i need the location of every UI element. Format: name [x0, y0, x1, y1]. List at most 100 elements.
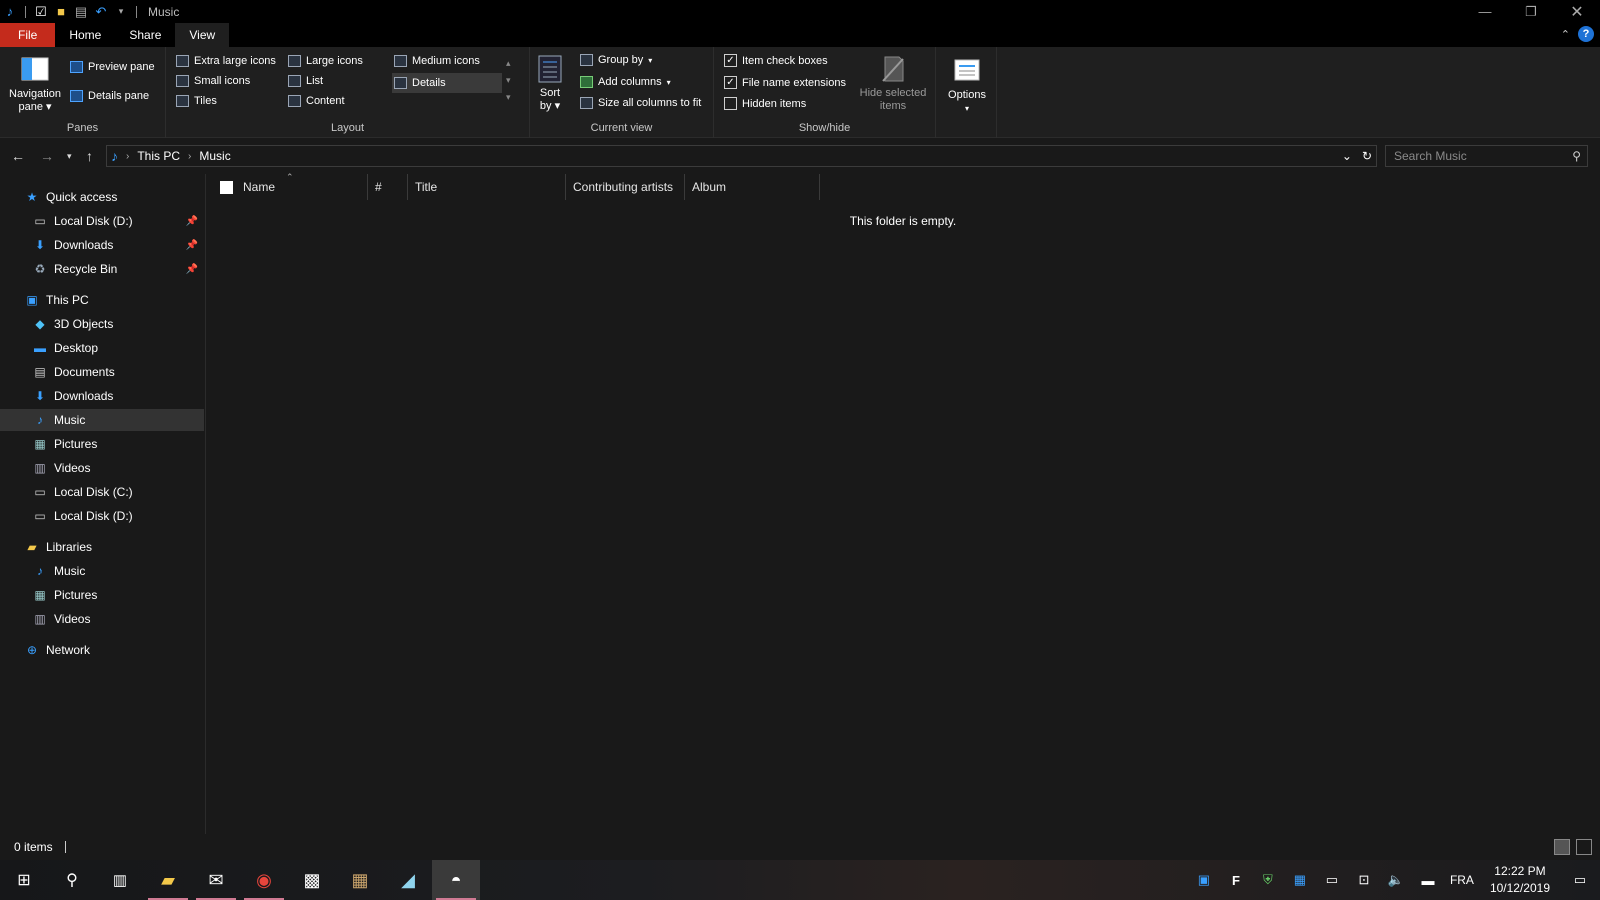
layout-scroll[interactable]: ▴ ▾ ▾: [506, 55, 511, 106]
group-by-button[interactable]: Group by ▾: [580, 54, 652, 66]
up-arrow-icon[interactable]: ↑: [86, 148, 93, 164]
new-folder-icon[interactable]: ■: [53, 4, 69, 20]
sidebar-item-local-disk-d[interactable]: ▭ Local Disk (D:): [0, 505, 204, 527]
details-pane-button[interactable]: Details pane: [70, 90, 149, 102]
scroll-up-icon[interactable]: ▴: [506, 55, 511, 72]
tiles-option[interactable]: Tiles: [176, 95, 217, 107]
list-option[interactable]: List: [288, 75, 323, 87]
tab-share[interactable]: Share: [115, 23, 175, 47]
recent-locations-icon[interactable]: ▾: [67, 151, 72, 162]
hidden-items-toggle[interactable]: Hidden items: [724, 97, 806, 110]
rename-icon[interactable]: ▤: [73, 4, 89, 20]
refresh-icon[interactable]: ↻: [1362, 149, 1372, 163]
notifications-icon[interactable]: ▭: [1560, 860, 1600, 900]
customize-qat-icon[interactable]: ▾: [113, 4, 129, 20]
help-icon[interactable]: ?: [1578, 26, 1594, 42]
options-button[interactable]: Options ▾: [946, 57, 988, 115]
item-check-boxes-toggle[interactable]: ✓ Item check boxes: [724, 54, 828, 67]
tab-file[interactable]: File: [0, 23, 56, 47]
volume-icon[interactable]: 🔈: [1380, 860, 1412, 900]
search-icon[interactable]: ⚲: [48, 860, 96, 900]
task-view-icon[interactable]: ▥: [96, 860, 144, 900]
add-columns-button[interactable]: Add columns ▾: [580, 76, 671, 88]
pen-app-icon[interactable]: ◢: [384, 860, 432, 900]
large-icons-option[interactable]: Large icons: [288, 55, 363, 67]
language-indicator[interactable]: FRA: [1444, 873, 1480, 887]
file-name-extensions-checkbox[interactable]: ✓: [724, 76, 737, 89]
expand-gallery-icon[interactable]: ▾: [506, 89, 511, 106]
sidebar-item-quick-local-disk-d[interactable]: ▭ Local Disk (D:) 📌: [0, 210, 204, 232]
pin-icon[interactable]: 📌: [186, 216, 198, 227]
sidebar-item-quick-downloads[interactable]: ⬇ Downloads 📌: [0, 234, 204, 256]
hide-selected-items-button[interactable]: Hide selected items: [856, 55, 930, 113]
address-bar[interactable]: ♪ › This PC › Music ⌄ ↻: [106, 145, 1377, 167]
item-check-boxes-checkbox[interactable]: ✓: [724, 54, 737, 67]
file-name-extensions-toggle[interactable]: ✓ File name extensions: [724, 76, 846, 89]
minimize-icon[interactable]: —: [1462, 0, 1508, 23]
small-icons-option[interactable]: Small icons: [176, 75, 250, 87]
extra-large-icons-option[interactable]: Extra large icons: [176, 55, 276, 67]
column-header-number[interactable]: #: [368, 174, 408, 200]
navigation-pane-button[interactable]: Navigation pane ▾: [6, 56, 64, 114]
sort-by-button[interactable]: Sort by ▾: [536, 55, 564, 113]
photos-app-icon[interactable]: ◓: [432, 860, 480, 900]
sidebar-item-recycle-bin[interactable]: ♻ Recycle Bin 📌: [0, 258, 204, 280]
pin-icon[interactable]: 📌: [186, 264, 198, 275]
sidebar-item-local-disk-c[interactable]: ▭ Local Disk (C:): [0, 481, 204, 503]
sidebar-item-3d-objects[interactable]: ◆ 3D Objects: [0, 313, 204, 335]
font-app-icon[interactable]: F: [1220, 860, 1252, 900]
forward-arrow-icon[interactable]: →: [40, 148, 54, 164]
restore-icon[interactable]: ❐: [1508, 0, 1554, 23]
tray-app-icon[interactable]: ▣: [1188, 860, 1220, 900]
column-header-album[interactable]: Album: [685, 174, 820, 200]
sidebar-item-lib-videos[interactable]: ▥ Videos: [0, 608, 204, 630]
breadcrumb-music[interactable]: Music: [199, 149, 230, 163]
close-icon[interactable]: ✕: [1554, 0, 1600, 23]
medium-icons-option[interactable]: Medium icons: [394, 55, 480, 67]
tab-view[interactable]: View: [175, 23, 230, 47]
sidebar-item-videos[interactable]: ▥ Videos: [0, 457, 204, 479]
windows-start-icon[interactable]: ⊞: [0, 860, 48, 900]
details-view-icon[interactable]: [1554, 839, 1570, 855]
usb-icon[interactable]: ▭: [1316, 860, 1348, 900]
select-all-checkbox[interactable]: [220, 180, 233, 194]
column-header-title[interactable]: Title: [408, 174, 566, 200]
size-all-columns-button[interactable]: Size all columns to fit: [580, 97, 701, 109]
battery-icon[interactable]: ▬: [1412, 860, 1444, 900]
search-input[interactable]: Search Music ⚲: [1385, 145, 1588, 167]
shield-icon[interactable]: ⛨: [1252, 860, 1284, 900]
undo-icon[interactable]: ↶: [93, 4, 109, 20]
content-option[interactable]: Content: [288, 95, 345, 107]
sidebar-item-documents[interactable]: ▤ Documents: [0, 361, 204, 383]
preview-pane-button[interactable]: Preview pane: [70, 61, 155, 73]
sidebar-item-libraries[interactable]: ▰ Libraries: [0, 536, 204, 558]
app-icon[interactable]: ▩: [288, 860, 336, 900]
large-icons-view-icon[interactable]: [1576, 839, 1592, 855]
scroll-down-icon[interactable]: ▾: [506, 72, 511, 89]
sidebar-item-music[interactable]: ♪ Music: [0, 409, 204, 431]
sidebar-item-quick-access[interactable]: ★ Quick access: [0, 186, 204, 208]
sidebar-item-this-pc[interactable]: ▣ This PC: [0, 289, 204, 311]
collapse-ribbon-icon[interactable]: ⌃: [1561, 28, 1570, 41]
column-header-name[interactable]: Name ⌃: [206, 172, 368, 200]
network-status-icon[interactable]: ⊡: [1348, 860, 1380, 900]
details-option[interactable]: Details: [392, 73, 502, 93]
sidebar-item-lib-music[interactable]: ♪ Music: [0, 560, 204, 582]
breadcrumb-this-pc[interactable]: This PC: [137, 149, 180, 163]
mail-icon[interactable]: ✉: [192, 860, 240, 900]
sidebar-item-desktop[interactable]: ▬ Desktop: [0, 337, 204, 359]
back-arrow-icon[interactable]: ←: [11, 148, 25, 164]
properties-icon[interactable]: ☑: [33, 4, 49, 20]
pin-icon[interactable]: 📌: [186, 240, 198, 251]
address-dropdown-icon[interactable]: ⌄: [1342, 149, 1352, 163]
chrome-icon[interactable]: ◉: [240, 860, 288, 900]
sidebar-item-downloads[interactable]: ⬇ Downloads: [0, 385, 204, 407]
sidebar-item-pictures[interactable]: ▦ Pictures: [0, 433, 204, 455]
archive-app-icon[interactable]: ▦: [336, 860, 384, 900]
clock[interactable]: 12:22 PM 10/12/2019: [1480, 863, 1560, 897]
column-header-contributing-artists[interactable]: Contributing artists: [566, 174, 685, 200]
sidebar-item-network[interactable]: ⊕ Network: [0, 639, 204, 661]
hidden-items-checkbox[interactable]: [724, 97, 737, 110]
sidebar-item-lib-pictures[interactable]: ▦ Pictures: [0, 584, 204, 606]
network-app-icon[interactable]: ▦: [1284, 860, 1316, 900]
